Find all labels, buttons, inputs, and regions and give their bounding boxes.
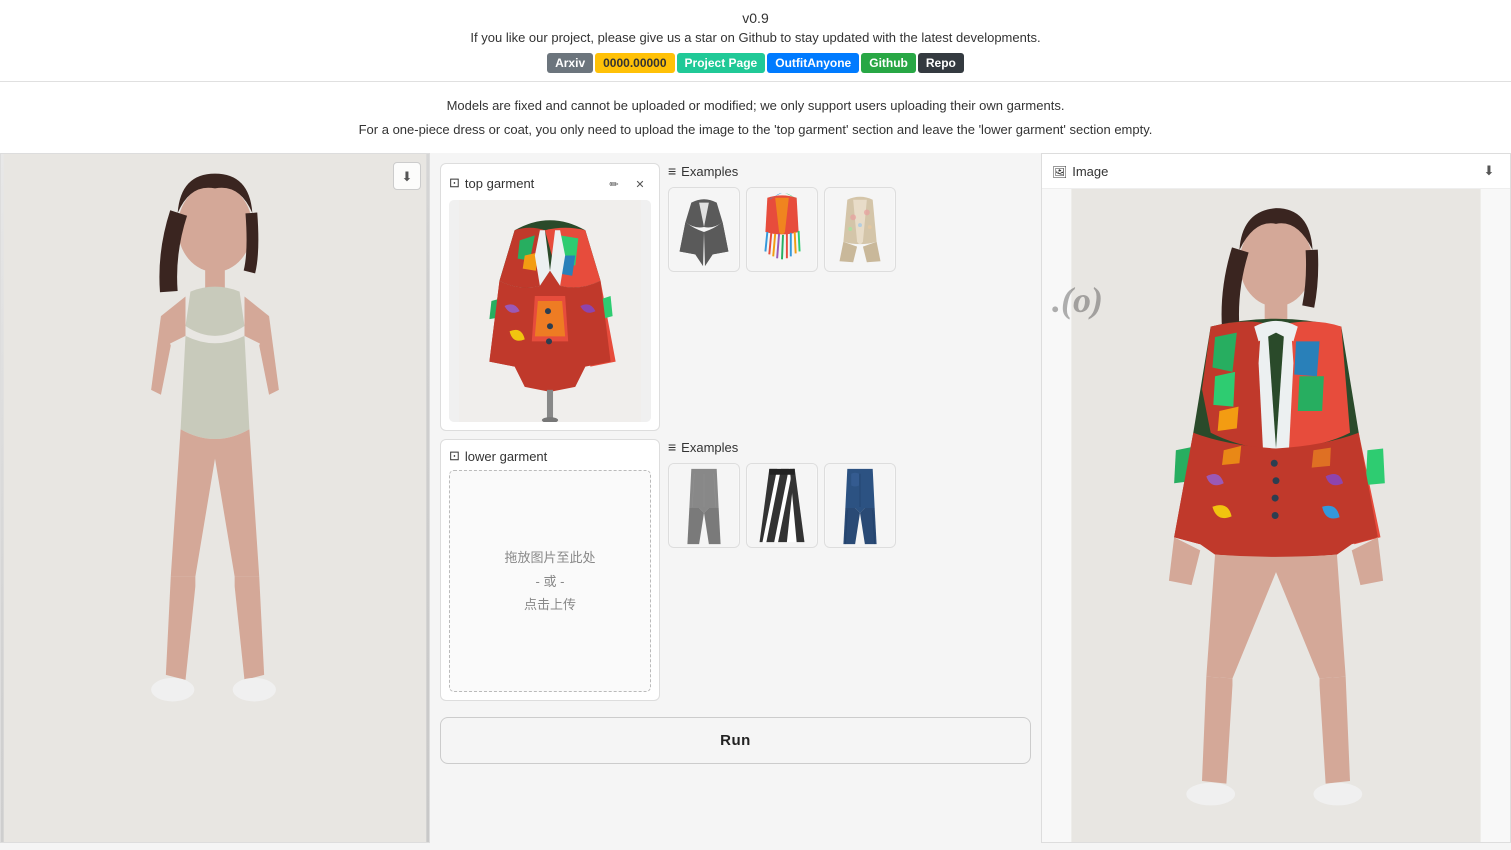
upload-text-line3: 点击上传 xyxy=(524,593,576,616)
top-ex3-svg xyxy=(825,188,895,271)
top-garment-header: top garment xyxy=(449,172,651,194)
info-line1: Models are fixed and cannot be uploaded … xyxy=(20,96,1491,116)
upload-text-line2: - 或 - xyxy=(536,570,565,593)
lower-garment-title: lower garment xyxy=(449,448,547,464)
top-ex1-svg xyxy=(669,188,739,271)
run-button-container: Run xyxy=(440,709,1031,768)
badge-arxiv[interactable]: Arxiv xyxy=(547,53,593,73)
image-icon xyxy=(1052,164,1067,179)
top-garment-actions xyxy=(603,172,651,194)
output-label: Image xyxy=(1072,164,1108,179)
run-button[interactable]: Run xyxy=(440,717,1031,764)
top-example-2[interactable] xyxy=(746,187,818,272)
lower-example-3[interactable] xyxy=(824,463,896,548)
top-example-3[interactable] xyxy=(824,187,896,272)
top-ex2-svg xyxy=(747,188,817,271)
top-garment-image xyxy=(449,200,651,422)
upload-text-line1: 拖放图片至此处 xyxy=(504,546,595,569)
output-svg xyxy=(1042,189,1510,842)
model-download-button[interactable] xyxy=(393,162,421,190)
info-line2: For a one-piece dress or coat, you only … xyxy=(20,120,1491,140)
output-image-area: .(o) xyxy=(1042,189,1510,842)
lower-garment-header: lower garment xyxy=(449,448,651,464)
lower-examples-grid xyxy=(668,463,1031,548)
output-header-left: Image xyxy=(1052,164,1108,179)
badge-projectpage[interactable]: Project Page xyxy=(677,53,766,73)
badge-repo[interactable]: Repo xyxy=(918,53,964,73)
model-panel xyxy=(0,153,430,843)
output-panel-header: Image xyxy=(1042,154,1510,189)
lower-examples-header: Examples xyxy=(668,439,1031,455)
lower-example-1[interactable] xyxy=(668,463,740,548)
list-icon-top xyxy=(668,163,676,179)
output-panel: Image .(o) xyxy=(1041,153,1511,843)
lower-garment-upload-area[interactable]: 拖放图片至此处 - 或 - 点击上传 xyxy=(449,470,651,692)
output-download-icon xyxy=(1484,163,1495,179)
badge-github[interactable]: Github xyxy=(861,53,916,73)
top-garment-upload-box: top garment xyxy=(440,163,660,431)
middle-panel: top garment xyxy=(430,153,1041,843)
top-garment-section: top garment xyxy=(440,163,1031,431)
lower-ex1-svg xyxy=(669,464,739,547)
lower-garment-icon xyxy=(449,448,460,464)
model-image xyxy=(1,154,429,842)
lower-ex3-svg xyxy=(825,464,895,547)
lower-ex2-svg xyxy=(747,464,817,547)
lower-examples-label: Examples xyxy=(681,440,738,455)
main-layout: top garment xyxy=(0,153,1511,843)
jacket-svg xyxy=(449,200,651,422)
subtitle-text: If you like our project, please give us … xyxy=(0,30,1511,45)
list-icon-lower xyxy=(668,439,676,455)
badges-row: Arxiv 0000.00000 Project Page OutfitAnyo… xyxy=(0,53,1511,73)
version-text: v0.9 xyxy=(0,10,1511,26)
top-garment-upload-area[interactable] xyxy=(449,200,651,422)
close-icon xyxy=(635,176,644,191)
header: v0.9 If you like our project, please giv… xyxy=(0,0,1511,82)
top-garment-icon xyxy=(449,175,460,191)
lower-examples-panel: Examples xyxy=(668,439,1031,548)
output-download-button[interactable] xyxy=(1478,160,1500,182)
lower-garment-label: lower garment xyxy=(465,449,547,464)
lower-garment-section: lower garment 拖放图片至此处 - 或 - 点击上传 Example… xyxy=(440,439,1031,701)
top-examples-panel: Examples xyxy=(668,163,1031,272)
top-examples-grid xyxy=(668,187,1031,272)
top-garment-close-button[interactable] xyxy=(629,172,651,194)
lower-garment-upload-box: lower garment 拖放图片至此处 - 或 - 点击上传 xyxy=(440,439,660,701)
badge-outfitanyone[interactable]: OutfitAnyone xyxy=(767,53,859,73)
edit-icon xyxy=(609,176,618,191)
top-garment-title: top garment xyxy=(449,175,534,191)
lower-example-2[interactable] xyxy=(746,463,818,548)
top-garment-edit-button[interactable] xyxy=(603,172,625,194)
top-examples-header: Examples xyxy=(668,163,1031,179)
badge-arxivid[interactable]: 0000.00000 xyxy=(595,53,674,73)
download-icon xyxy=(402,168,413,185)
top-examples-label: Examples xyxy=(681,164,738,179)
info-section: Models are fixed and cannot be uploaded … xyxy=(0,82,1511,153)
model-svg xyxy=(1,154,429,842)
top-garment-label: top garment xyxy=(465,176,534,191)
top-example-1[interactable] xyxy=(668,187,740,272)
